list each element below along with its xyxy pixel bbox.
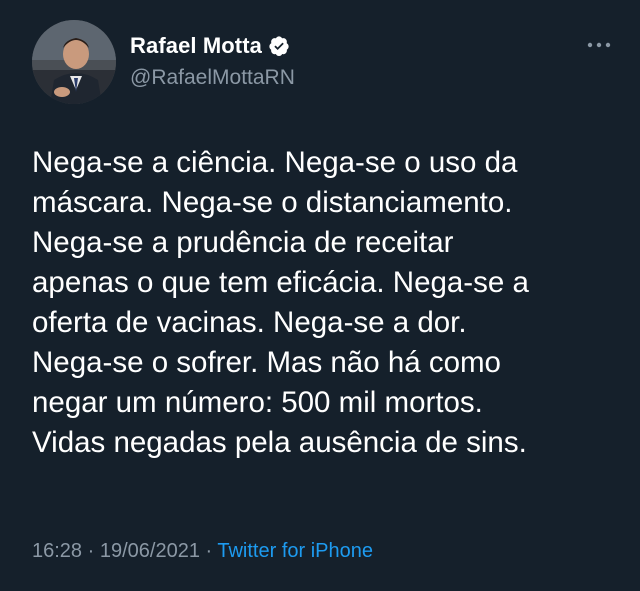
tweet-text: Nega-se a ciência. Nega-se o uso da másc… [32,146,529,459]
avatar-photo [32,20,116,104]
tweet-header: Rafael Motta @RafaelMottaRN [32,20,612,104]
display-name-row: Rafael Motta [130,30,295,62]
display-name[interactable]: Rafael Motta [130,33,262,59]
meta-separator: · [82,540,100,562]
more-options-icon[interactable] [586,38,612,52]
tweet-time[interactable]: 16:28 [32,540,82,562]
tweet-metadata: 16:28 · 19/06/2021 · Twitter for iPhone [32,540,373,563]
verified-badge-icon [268,35,290,57]
author-handle[interactable]: @RafaelMottaRN [130,66,295,90]
author-names: Rafael Motta @RafaelMottaRN [130,30,295,90]
avatar[interactable] [32,20,116,104]
meta-separator: · [199,540,218,562]
tweet-card: Rafael Motta @RafaelMottaRN Nega-se a ci… [0,0,640,591]
tweet-date[interactable]: 19/06/2021 [100,540,200,562]
tweet-source-link[interactable]: Twitter for iPhone [217,540,373,562]
